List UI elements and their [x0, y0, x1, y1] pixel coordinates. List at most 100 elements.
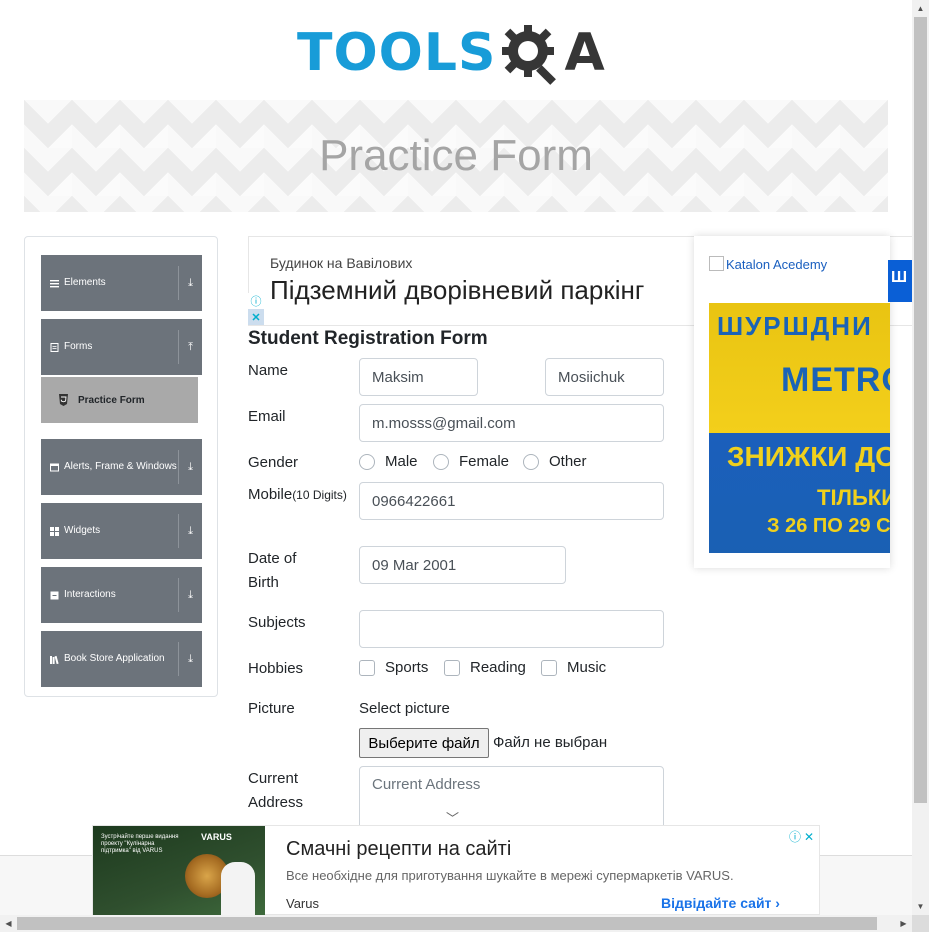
ad-image[interactable]: Зустрічайте перше видання проекту "Кулін… — [93, 826, 265, 916]
cta-label: Відвідайте сайт — [661, 895, 772, 911]
metro-ad-image[interactable]: ШУРШДНИ METRO ЗНИЖКИ ДО ТІЛЬКИ З 26 ПО 2… — [709, 303, 890, 553]
logo-text-tools: TOOLS — [297, 23, 497, 83]
hobby-checkbox-reading[interactable]: Reading — [444, 659, 526, 676]
gender-radio-female[interactable]: Female — [433, 453, 509, 470]
ad-headline: Підземний дворівневий паркінг — [270, 275, 645, 305]
bottom-advertisement[interactable]: Зустрічайте перше видання проекту "Кулін… — [92, 825, 820, 916]
sidebar-group-alerts[interactable]: Alerts, Frame & Windows ⤓ — [41, 439, 202, 495]
expand-arrow-icon[interactable]: ⤓ — [178, 450, 202, 484]
name-label: Name — [248, 362, 289, 379]
form-title: Student Registration Form — [248, 328, 488, 349]
vertical-scrollbar[interactable]: ▲ ▼ — [912, 0, 929, 915]
books-icon — [50, 655, 59, 664]
expand-arrow-icon[interactable]: ⤓ — [178, 642, 202, 676]
ad-description: Все необхідне для приготування шукайте в… — [286, 868, 734, 883]
mobile-hint: (10 Digits) — [292, 488, 347, 502]
last-name-field[interactable]: Mosiichuk — [545, 358, 664, 396]
sidebar-group-interactions[interactable]: Interactions ⤓ — [41, 567, 202, 623]
radio-label: Other — [549, 453, 587, 470]
gender-label: Gender — [248, 454, 299, 471]
address-label: Current Address — [248, 767, 303, 815]
email-label: Email — [248, 408, 286, 425]
select-picture-label: Select picture — [359, 700, 450, 717]
sidebar: Elements ⤓ Forms ⤒ Practice Form Alerts,… — [24, 236, 218, 697]
hobbies-label: Hobbies — [248, 660, 304, 677]
broken-image-link[interactable]: Katalon Acedemy — [709, 256, 827, 272]
ad-line-2: METRO — [781, 361, 890, 399]
mobile-label-text: Mobile — [248, 486, 293, 503]
scroll-down-icon[interactable]: ▼ — [912, 898, 929, 915]
expand-arrow-icon[interactable]: ⤓ — [178, 266, 202, 300]
gender-radio-male[interactable]: Male — [359, 453, 418, 470]
file-status: Файл не выбран — [493, 734, 608, 751]
sidebar-group-elements[interactable]: Elements ⤓ — [41, 255, 202, 311]
choose-file-button[interactable]: Выберите файл — [359, 728, 489, 758]
ad-info-close-icons[interactable]: ⓘ✕ — [789, 828, 817, 845]
gender-radio-other[interactable]: Other — [523, 453, 587, 470]
sidebar-group-widgets[interactable]: Widgets ⤓ — [41, 503, 202, 559]
ad-line-3: ЗНИЖКИ ДО — [727, 441, 890, 472]
subjects-label: Subjects — [248, 614, 306, 631]
checkbox-box[interactable] — [359, 659, 375, 676]
html5-icon — [59, 394, 68, 406]
checkbox-label: Reading — [470, 659, 526, 676]
radio-circle[interactable] — [433, 453, 449, 470]
picture-label: Picture — [248, 700, 295, 717]
horizontal-scrollbar[interactable]: ◀ ▶ — [0, 915, 929, 932]
horizontal-scroll-thumb[interactable] — [17, 917, 877, 930]
checkbox-box[interactable] — [444, 659, 460, 676]
ad-info-icon[interactable]: ⓘ — [248, 293, 264, 309]
first-name-field[interactable]: Maksim — [359, 358, 478, 396]
ad-line-4: ТІЛЬКИ — [817, 485, 890, 510]
email-field[interactable]: m.mosss@gmail.com — [359, 404, 664, 442]
grid-icon — [50, 526, 59, 536]
toolsqa-logo[interactable]: TOOLS A — [297, 14, 605, 92]
sidebar-group-label: Alerts, Frame & Windows — [64, 461, 177, 472]
sidebar-item-practice-form[interactable]: Practice Form — [41, 377, 198, 423]
sidebar-group-label: Interactions — [64, 589, 116, 600]
ad-controls: ⓘ ✕ — [248, 293, 264, 325]
expand-arrow-icon[interactable]: ⤓ — [178, 514, 202, 548]
radio-circle[interactable] — [359, 453, 375, 470]
logo-text-a: A — [564, 23, 605, 83]
right-advertisement[interactable]: Katalon Acedemy ШУРШДНИ METRO ЗНИЖКИ ДО … — [694, 236, 890, 568]
ad-headline[interactable]: Смачні рецепти на сайті — [286, 838, 511, 861]
hobby-checkbox-sports[interactable]: Sports — [359, 659, 428, 676]
ad-close-icon[interactable]: ✕ — [248, 309, 264, 325]
chef-image — [221, 862, 255, 916]
sidebar-group-book-store[interactable]: Book Store Application ⤓ — [41, 631, 202, 687]
scroll-up-icon[interactable]: ▲ — [912, 0, 929, 17]
radio-label: Female — [459, 453, 510, 470]
scroll-right-icon[interactable]: ▶ — [895, 915, 912, 932]
hobby-checkbox-music[interactable]: Music — [541, 659, 606, 676]
subjects-input[interactable] — [359, 610, 664, 648]
sidebar-group-forms[interactable]: Forms ⤒ — [41, 319, 202, 375]
collapse-arrow-icon[interactable]: ⤒ — [178, 330, 202, 364]
sidebar-item-label: Practice Form — [78, 394, 145, 406]
sidebar-group-label: Elements — [64, 277, 106, 288]
radio-circle[interactable] — [523, 453, 539, 470]
dob-label: Date of Birth — [248, 547, 296, 595]
ad-line-1: ШУРШДНИ — [717, 311, 873, 341]
box-icon — [50, 591, 59, 599]
ad-line-5: З 26 ПО 29 СІЧ — [767, 515, 890, 537]
checkbox-label: Sports — [385, 659, 429, 676]
ad-small-text: Будинок на Вавілових — [270, 255, 413, 271]
ad-blue-chip[interactable]: Ш — [888, 260, 914, 302]
page-banner: Practice Form — [24, 100, 888, 212]
date-of-birth-field[interactable]: 09 Mar 2001 — [359, 546, 566, 584]
sidebar-group-label: Book Store Application — [64, 653, 165, 664]
varus-logo: VARUS — [201, 832, 232, 842]
mobile-label: Mobile(10 Digits) — [248, 483, 347, 507]
window-icon — [50, 463, 59, 471]
broken-image-icon — [709, 256, 724, 271]
scroll-left-icon[interactable]: ◀ — [0, 915, 17, 932]
checkbox-label: Music — [567, 659, 607, 676]
visit-site-button[interactable]: Відвідайте сайт › — [661, 895, 780, 911]
document-icon — [50, 342, 59, 352]
expand-arrow-icon[interactable]: ⤓ — [178, 578, 202, 612]
dob-label-line1: Date of — [248, 550, 297, 567]
mobile-field[interactable]: 0966422661 — [359, 482, 664, 520]
checkbox-box[interactable] — [541, 659, 557, 676]
vertical-scroll-thumb[interactable] — [914, 17, 927, 803]
